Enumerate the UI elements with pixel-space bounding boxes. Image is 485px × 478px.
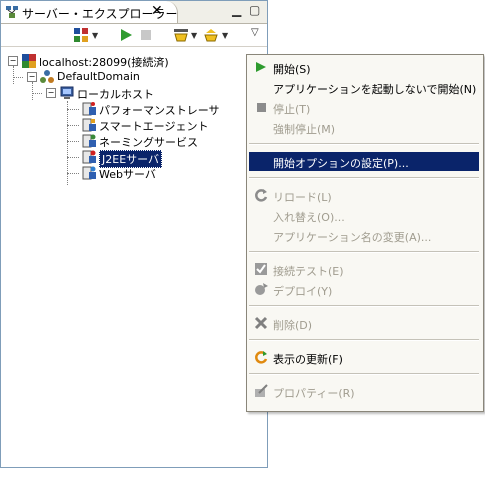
collapse-toggle[interactable]: − (46, 88, 56, 98)
close-icon[interactable]: ✕ (151, 3, 163, 19)
menu-item-reload[interactable]: リロード(L) (249, 186, 479, 205)
menu-item-delete[interactable]: 削除(D) (249, 314, 479, 333)
menu-item-force-stop[interactable]: 強制停止(M) (249, 118, 479, 137)
delete-icon (254, 316, 268, 330)
j2ee-server-icon (82, 150, 96, 164)
menu-separator (249, 339, 479, 341)
menu-item-stop[interactable]: 停止(T) (249, 98, 479, 117)
collapse-toggle[interactable]: − (27, 72, 37, 82)
web-server-icon (82, 166, 96, 180)
maximize-icon[interactable]: ▢ (249, 3, 260, 17)
context-menu: 開始(S) アプリケーションを起動しないで開始(N) 停止(T) 強制停止(M)… (246, 54, 484, 412)
naming-service-icon (82, 134, 96, 148)
undeploy-icon[interactable] (203, 27, 219, 43)
menu-item-deploy[interactable]: デプロイ(Y) (249, 280, 479, 299)
server-explorer-view: サーバー・エクスプローラー ✕ ▁ ▢ ▼ ▼ ▼ ▽ − localhost:… (0, 0, 268, 468)
reload-icon (255, 189, 268, 202)
agent-icon (82, 118, 96, 132)
chevron-down-icon[interactable]: ▼ (222, 31, 228, 40)
refresh-icon (255, 351, 268, 364)
view-menu-icon[interactable]: ▽ (251, 27, 259, 38)
menu-item-connection-test[interactable]: 接続テスト(E) (249, 260, 479, 279)
view-toolbar: ▼ ▼ ▼ ▽ (1, 24, 267, 47)
domain-icon (40, 70, 54, 83)
stop-icon[interactable] (138, 27, 154, 43)
menu-item-start[interactable]: 開始(S) (249, 58, 479, 77)
minimize-icon[interactable]: ▁ (232, 3, 241, 17)
server-explorer-icon (6, 6, 18, 18)
properties-icon (255, 384, 268, 397)
server-icon (22, 54, 36, 68)
start-icon[interactable] (118, 27, 134, 43)
collapse-toggle[interactable]: − (8, 56, 18, 66)
chevron-down-icon[interactable]: ▼ (92, 31, 98, 40)
server-view-icon[interactable] (73, 27, 89, 43)
menu-separator (249, 251, 479, 253)
menu-separator (249, 305, 479, 307)
computer-icon (60, 86, 74, 99)
menu-item-start-without-apps[interactable]: アプリケーションを起動しないで開始(N) (249, 78, 479, 97)
menu-separator (249, 143, 479, 145)
server-explorer-tab[interactable]: サーバー・エクスプローラー ✕ (1, 1, 178, 23)
menu-separator (249, 373, 479, 375)
tracer-icon (82, 102, 96, 116)
deploy-icon (255, 283, 268, 295)
connection-test-icon (255, 263, 267, 275)
play-icon (256, 62, 266, 72)
menu-item-properties[interactable]: プロパティー(R) (249, 382, 479, 401)
deploy-icon[interactable] (173, 27, 189, 43)
view-tab-bar: サーバー・エクスプローラー ✕ ▁ ▢ (1, 1, 267, 24)
stop-icon (257, 103, 266, 112)
menu-item-refresh[interactable]: 表示の更新(F) (249, 348, 479, 367)
chevron-down-icon[interactable]: ▼ (191, 31, 197, 40)
menu-separator (249, 177, 479, 179)
menu-item-replace[interactable]: 入れ替え(O)... (249, 206, 479, 225)
menu-item-start-options[interactable]: 開始オプションの設定(P)... (249, 152, 479, 171)
server-tree: − localhost:28099(接続済) − DefaultDomain − (1, 51, 267, 461)
menu-item-rename-application[interactable]: アプリケーション名の変更(A)... (249, 226, 479, 245)
